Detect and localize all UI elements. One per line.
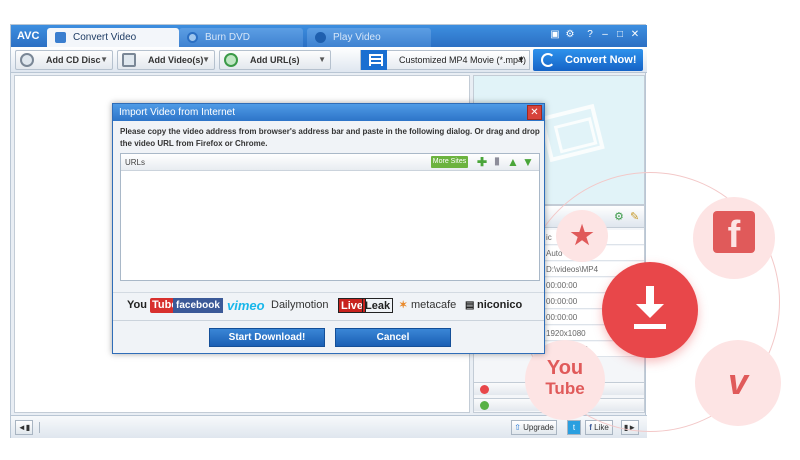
tab-convert-video-label: Convert Video: [73, 32, 137, 43]
main-toolbar: Add CD Disc ▼ Add Video(s) ▼ Add URL(s) …: [11, 47, 647, 73]
import-video-dialog: Import Video from Internet ✕ Please copy…: [112, 103, 545, 354]
vimeo-logo-icon: v: [727, 361, 749, 402]
facebook-circle: f: [693, 197, 775, 279]
add-cd-disc-label: Add CD Disc: [46, 55, 101, 65]
minimize-icon[interactable]: –: [599, 29, 611, 41]
cd-disc-icon: [20, 53, 34, 67]
status-bar: ◄▮ ⇧ Upgrade t f Like ▮►: [11, 415, 647, 438]
download-tray-icon: [634, 324, 666, 329]
niconico-tv-icon: ▤: [465, 300, 475, 311]
add-urls-button[interactable]: Add URL(s) ▼: [219, 50, 331, 70]
chevron-down-icon[interactable]: ▼: [202, 51, 210, 69]
close-icon[interactable]: ✕: [527, 105, 542, 120]
dailymotion-logo: Dailymotion: [271, 299, 329, 311]
add-urls-label: Add URL(s): [250, 55, 300, 65]
cancel-button[interactable]: Cancel: [335, 328, 451, 347]
close-window-icon[interactable]: ✕: [629, 29, 641, 41]
dialog-footer: Start Download! Cancel: [113, 320, 544, 353]
skin-icon[interactable]: ▣: [549, 29, 561, 41]
niconico-logo: niconico: [477, 299, 523, 311]
convert-now-button[interactable]: Convert Now!: [533, 49, 643, 71]
add-videos-button[interactable]: Add Video(s) ▼: [117, 50, 215, 70]
chevron-down-icon[interactable]: ▼: [318, 51, 326, 69]
globe-add-icon: [224, 53, 238, 67]
more-sites-button[interactable]: More Sites: [431, 156, 468, 168]
audio-options-icon: [480, 401, 489, 410]
output-profile-select[interactable]: Customized MP4 Movie (*.mp4) ▼: [360, 50, 530, 70]
vimeo-circle: v: [695, 340, 781, 426]
tab-burn-dvd-label: Burn DVD: [205, 32, 251, 43]
youtube-you-text: You: [546, 357, 584, 379]
facebook-icon: f: [589, 423, 592, 432]
download-arrowhead-icon: [636, 304, 664, 318]
metacafe-logo: metacafe: [411, 299, 457, 311]
disc-icon: [187, 32, 198, 43]
start-download-button[interactable]: Start Download!: [209, 328, 325, 347]
liveleak-leak: Leak: [362, 298, 394, 313]
output-profile-value: Customized MP4 Movie (*.mp4): [399, 55, 527, 65]
tab-bar: AVC Convert Video Burn DVD Play Video ▣ …: [11, 25, 647, 47]
youtube-tube-text: Tube: [545, 379, 585, 398]
metacafe-burst-icon: ✶: [399, 300, 408, 311]
tab-burn-dvd[interactable]: Burn DVD: [179, 28, 303, 47]
refresh-icon: [541, 53, 555, 67]
film-add-icon: [122, 53, 136, 67]
settings-gear-icon[interactable]: ⚙: [564, 29, 576, 41]
move-up-icon[interactable]: ▲: [507, 156, 519, 168]
youtube-you: You: [127, 299, 147, 311]
add-videos-label: Add Video(s): [148, 55, 204, 65]
dialog-instructions: Please copy the video address from brows…: [120, 127, 540, 148]
upgrade-button[interactable]: ⇧ Upgrade: [511, 420, 557, 435]
star-icon: ★: [570, 220, 594, 250]
urls-column-label: URLs: [125, 158, 146, 167]
convert-video-icon: [55, 32, 66, 43]
convert-now-label: Convert Now!: [565, 54, 637, 66]
url-list-header: URLs More Sites ✚ ▮ ▲ ▼: [121, 154, 539, 171]
panel-toggle-button[interactable]: ◄▮: [15, 420, 33, 435]
facebook-logo-icon: f: [713, 211, 755, 256]
play-icon: [315, 32, 326, 43]
vimeo-logo: vimeo: [227, 298, 265, 313]
status-divider: [39, 422, 40, 433]
tab-play-video-label: Play Video: [333, 32, 381, 43]
delete-url-icon[interactable]: ▮: [491, 156, 503, 168]
tab-convert-video[interactable]: Convert Video: [47, 28, 179, 47]
maximize-icon[interactable]: □: [614, 29, 626, 41]
help-icon[interactable]: ?: [584, 29, 596, 41]
add-cd-disc-button[interactable]: Add CD Disc ▼: [15, 50, 113, 70]
app-logo: AVC: [17, 30, 40, 42]
twitter-icon[interactable]: t: [567, 420, 581, 435]
filmstrip-icon: [539, 103, 605, 163]
supported-sites: You Tube facebook vimeo Dailymotion Live…: [113, 292, 544, 316]
move-down-icon[interactable]: ▼: [522, 156, 534, 168]
upgrade-arrow-icon: ⇧: [514, 423, 521, 432]
url-list[interactable]: URLs More Sites ✚ ▮ ▲ ▼: [120, 153, 540, 281]
tab-play-video[interactable]: Play Video: [307, 28, 431, 47]
download-circle: [602, 262, 698, 358]
film-icon: [361, 50, 387, 70]
video-options-icon: [480, 385, 489, 394]
facebook-logo: facebook: [173, 298, 223, 313]
upgrade-label: Upgrade: [523, 423, 554, 432]
chevron-down-icon: ▼: [517, 55, 525, 64]
dialog-title: Import Video from Internet: [113, 104, 544, 121]
chevron-down-icon[interactable]: ▼: [100, 51, 108, 69]
add-url-icon[interactable]: ✚: [476, 156, 488, 168]
star-badge-circle: ★: [556, 210, 608, 262]
